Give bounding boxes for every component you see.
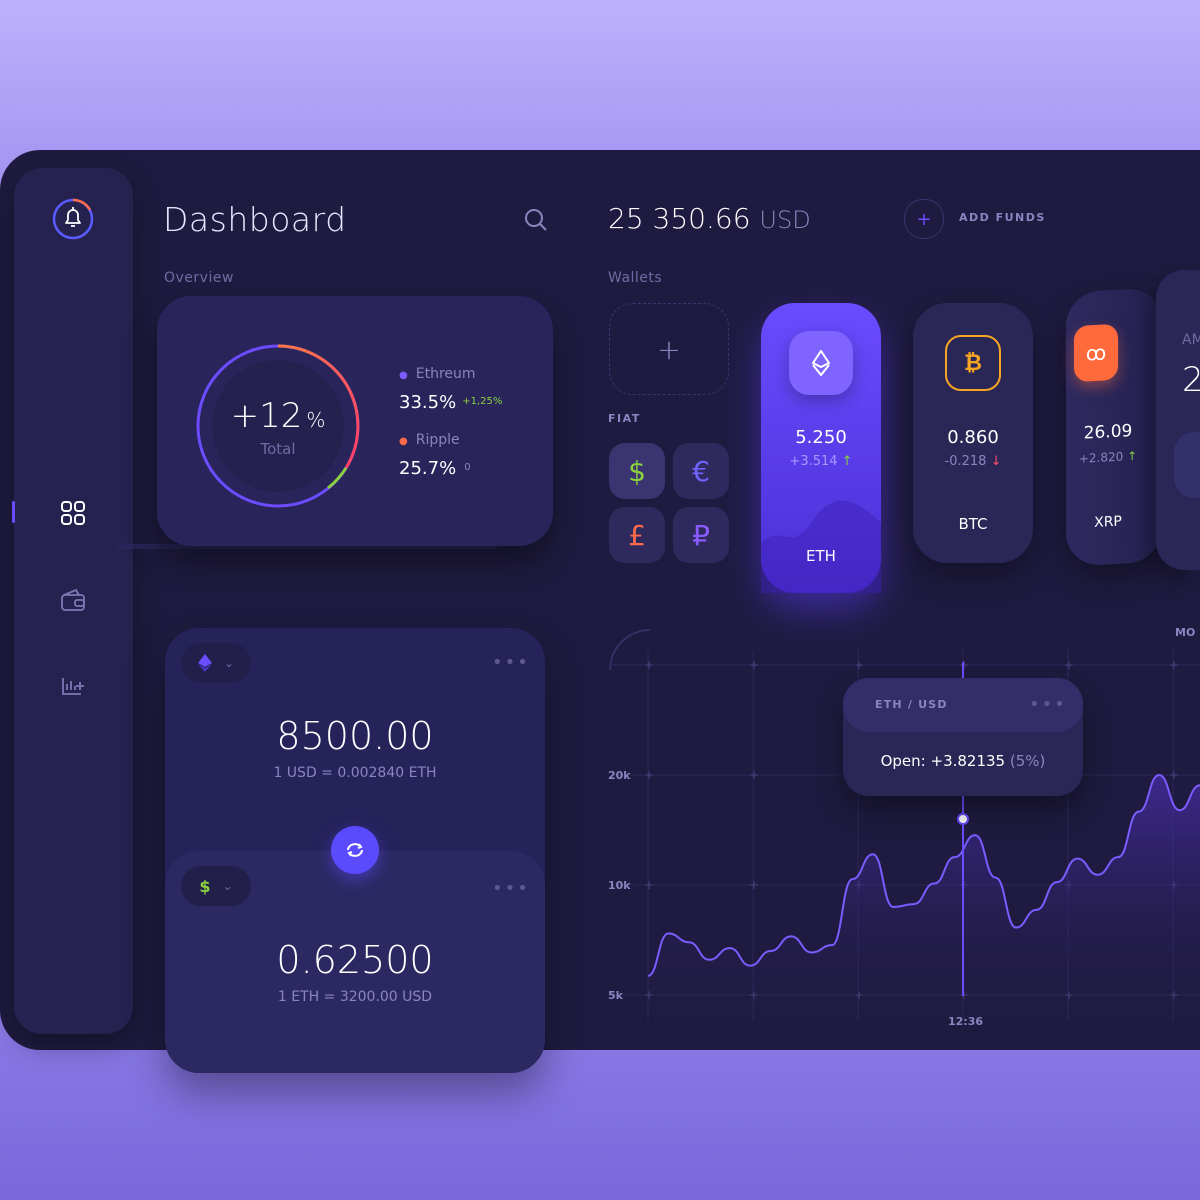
dashboard-grid-icon[interactable] xyxy=(60,500,86,526)
notifications-bell-icon[interactable] xyxy=(50,196,96,242)
ethereum-share: 33.5% +1,25% xyxy=(399,392,503,413)
ripple-share: 25.7% 0 xyxy=(399,458,471,479)
plus-icon: + xyxy=(916,208,932,230)
donut-segment-other xyxy=(327,467,348,490)
grid-cross: + xyxy=(749,658,759,672)
y-tick-label: 10k xyxy=(608,879,631,892)
price-tooltip: ETH / USD ••• Open: +3.82135 (5%) xyxy=(843,678,1083,796)
xrp-balance: 26.09 xyxy=(1083,421,1133,444)
arrow-down-icon: ↓ xyxy=(990,454,1002,469)
ethereum-icon xyxy=(197,654,212,672)
more-options-icon[interactable]: ••• xyxy=(492,878,530,899)
active-nav-indicator xyxy=(12,501,15,523)
grid-cross: + xyxy=(644,878,654,892)
add-funds-label[interactable]: ADD FUNDS xyxy=(959,211,1046,224)
eth-balance: 5.250 xyxy=(795,427,847,448)
overview-label: Overview xyxy=(164,270,234,286)
page-title: Dashboard xyxy=(163,200,347,239)
eth-change: +3.514 ↑ xyxy=(789,454,853,469)
chevron-down-icon: ⌄ xyxy=(223,656,235,670)
wallet-icon[interactable] xyxy=(60,588,86,614)
search-icon[interactable] xyxy=(524,208,548,232)
chart-range-label: MO xyxy=(1175,626,1195,639)
from-currency-select[interactable]: ⌄ xyxy=(181,643,251,683)
to-currency-select[interactable]: $ ⌄ xyxy=(181,866,251,906)
xrp-change: +2.820 ↑ xyxy=(1078,448,1138,466)
ethereum-icon xyxy=(789,331,853,395)
legend-item-ripple: ● Ripple xyxy=(399,432,460,448)
wallet-card-eth-sparkline xyxy=(761,500,881,593)
btc-name: BTC xyxy=(958,515,988,533)
grid-cross: + xyxy=(749,878,759,892)
total-percent: +12% xyxy=(230,396,326,436)
bitcoin-icon: ₿ xyxy=(945,335,1001,391)
tooltip-open: Open: +3.82135 (5%) xyxy=(880,752,1046,770)
btc-change: -0.218 ↓ xyxy=(944,454,1002,469)
total-balance: 25 350.66 USD xyxy=(608,202,811,235)
xrp-name: XRP xyxy=(1094,513,1122,532)
btc-balance: 0.860 xyxy=(947,427,999,448)
grid-cross: + xyxy=(644,768,654,782)
swap-icon xyxy=(347,843,363,857)
grid-cross: + xyxy=(1169,768,1179,782)
plus-icon: + xyxy=(657,332,681,366)
wallet-card-xrp[interactable]: ꝏ 26.09 +2.820 ↑ XRP xyxy=(1066,287,1162,567)
amount-value: 2 xyxy=(1182,360,1200,400)
ripple-icon: ꝏ xyxy=(1074,323,1118,383)
grid-cross: + xyxy=(644,658,654,672)
fiat-gbp-button[interactable]: £ xyxy=(609,507,665,563)
grid-cross: + xyxy=(749,768,759,782)
chart-highlight-point[interactable] xyxy=(957,813,969,825)
amount-label: AM xyxy=(1182,332,1200,348)
wallet-card-btc[interactable]: ₿ 0.860 -0.218 ↓ BTC xyxy=(913,303,1033,563)
arrow-up-icon: ↑ xyxy=(1127,448,1138,464)
tooltip-pair: ETH / USD xyxy=(875,698,948,711)
fiat-usd-button[interactable]: $ xyxy=(609,443,665,499)
arrow-up-icon: ↑ xyxy=(841,454,853,469)
wallet-card-eth[interactable]: 5.250 +3.514 ↑ ETH xyxy=(761,303,881,593)
analytics-chart-icon[interactable] xyxy=(60,676,86,702)
x-tick-label: 12:36 xyxy=(948,1015,983,1028)
add-funds-button[interactable]: + xyxy=(904,199,944,239)
grid-cross: + xyxy=(959,658,969,672)
total-label: Total xyxy=(260,440,296,458)
grid-cross: + xyxy=(1064,658,1074,672)
swap-button[interactable] xyxy=(331,826,379,874)
amount-panel: AM 2 xyxy=(1156,270,1200,570)
y-tick-label: 20k xyxy=(608,769,631,782)
from-rate: 1 USD = 0.002840 ETH xyxy=(273,765,437,781)
y-tick-label: 5k xyxy=(608,989,624,1002)
chart-area-fill xyxy=(648,775,1200,1040)
fiat-eur-button[interactable]: € xyxy=(673,443,729,499)
chevron-down-icon: ⌄ xyxy=(222,879,233,893)
fiat-label: FIAT xyxy=(608,412,641,425)
more-options-icon[interactable]: ••• xyxy=(1029,694,1067,715)
grid-cross: + xyxy=(854,658,864,672)
to-rate: 1 ETH = 3200.00 USD xyxy=(277,989,433,1005)
from-amount[interactable]: 8500.00 xyxy=(165,714,545,758)
more-options-icon[interactable]: ••• xyxy=(492,652,530,673)
legend-item-ethereum: ● Ethreum xyxy=(399,366,476,382)
to-amount[interactable]: 0.62500 xyxy=(165,938,545,982)
fiat-rub-button[interactable]: ₽ xyxy=(673,507,729,563)
eth-name: ETH xyxy=(806,547,836,565)
grid-cross: + xyxy=(1169,658,1179,672)
add-wallet-button[interactable]: + xyxy=(609,303,729,395)
dollar-icon: $ xyxy=(199,876,211,896)
wallets-label: Wallets xyxy=(608,270,663,286)
amount-action-button[interactable] xyxy=(1174,432,1200,498)
